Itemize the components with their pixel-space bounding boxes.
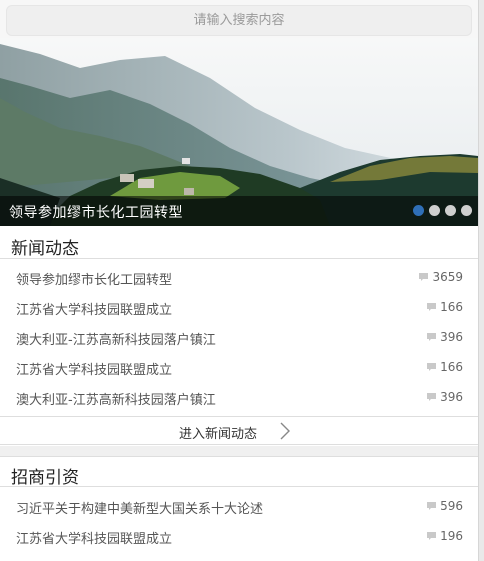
carousel-dot-2[interactable] (429, 205, 440, 216)
news-list-item[interactable]: 江苏省大学科技园联盟成立 166 (0, 292, 478, 322)
invest-section-header: 招商引资 (0, 456, 478, 488)
comment-icon (419, 273, 429, 281)
comment-icon (427, 303, 437, 311)
comment-icon (427, 532, 437, 540)
comment-count: 196 (426, 529, 463, 543)
news-item-title[interactable]: 江苏省大学科技园联盟成立 (16, 359, 172, 378)
banner-carousel[interactable]: 领导参加缪市长化工园转型 (0, 38, 478, 226)
news-list-item[interactable]: 江苏省大学科技园联盟成立 166 (0, 352, 478, 382)
invest-item-title[interactable]: 江苏省大学科技园联盟成立 (16, 528, 172, 547)
comment-count-value: 166 (440, 360, 463, 374)
comment-count-value: 396 (440, 390, 463, 404)
comment-count-value: 396 (440, 330, 463, 344)
news-section-header: 新闻动态 (0, 228, 478, 259)
comment-icon (427, 502, 437, 510)
comment-count-value: 596 (440, 499, 463, 513)
comment-icon (427, 333, 437, 341)
news-list-item[interactable]: 澳大利亚-江苏高新科技园落户镇江 396 (0, 382, 478, 412)
search-input[interactable] (7, 6, 471, 35)
invest-section-title: 招商引资 (11, 468, 79, 488)
scrollbar-track[interactable] (478, 0, 484, 561)
carousel-indicators (413, 205, 472, 216)
search-bar (0, 0, 478, 40)
chevron-right-icon (280, 422, 290, 440)
comment-count: 166 (426, 360, 463, 374)
carousel-dot-3[interactable] (445, 205, 456, 216)
more-news-link[interactable]: 进入新闻动态 (0, 416, 478, 445)
invest-item-title[interactable]: 习近平关于构建中美新型大国关系十大论述 (16, 498, 263, 517)
news-item-title[interactable]: 澳大利亚-江苏高新科技园落户镇江 (16, 329, 216, 348)
carousel-dot-4[interactable] (461, 205, 472, 216)
comment-count: 396 (426, 390, 463, 404)
comment-count-value: 3659 (432, 270, 463, 284)
news-item-title[interactable]: 澳大利亚-江苏高新科技园落户镇江 (16, 389, 216, 408)
comment-icon (427, 393, 437, 401)
news-list-item[interactable]: 领导参加缪市长化工园转型 3659 (0, 262, 478, 292)
comment-count-value: 166 (440, 300, 463, 314)
banner-caption: 领导参加缪市长化工园转型 (0, 196, 478, 226)
section-divider (0, 446, 478, 456)
search-box[interactable] (6, 5, 472, 36)
comment-count: 396 (426, 330, 463, 344)
comment-count-value: 196 (440, 529, 463, 543)
more-news-label[interactable]: 进入新闻动态 (179, 423, 257, 442)
comment-count: 166 (426, 300, 463, 314)
invest-list-item[interactable]: 习近平关于构建中美新型大国关系十大论述 596 (0, 491, 478, 521)
news-list-item[interactable]: 澳大利亚-江苏高新科技园落户镇江 396 (0, 322, 478, 352)
comment-count: 3659 (418, 270, 463, 284)
carousel-dot-1[interactable] (413, 205, 424, 216)
news-item-title[interactable]: 领导参加缪市长化工园转型 (16, 269, 172, 288)
comment-count: 596 (426, 499, 463, 513)
invest-list-item[interactable]: 江苏省大学科技园联盟成立 196 (0, 521, 478, 551)
banner-title[interactable]: 领导参加缪市长化工园转型 (9, 202, 183, 222)
comment-icon (427, 363, 437, 371)
news-section-title: 新闻动态 (11, 239, 79, 259)
page: 领导参加缪市长化工园转型 新闻动态 领导参加缪市长化工园转型 3659 江苏省大… (0, 0, 478, 561)
news-item-title[interactable]: 江苏省大学科技园联盟成立 (16, 299, 172, 318)
